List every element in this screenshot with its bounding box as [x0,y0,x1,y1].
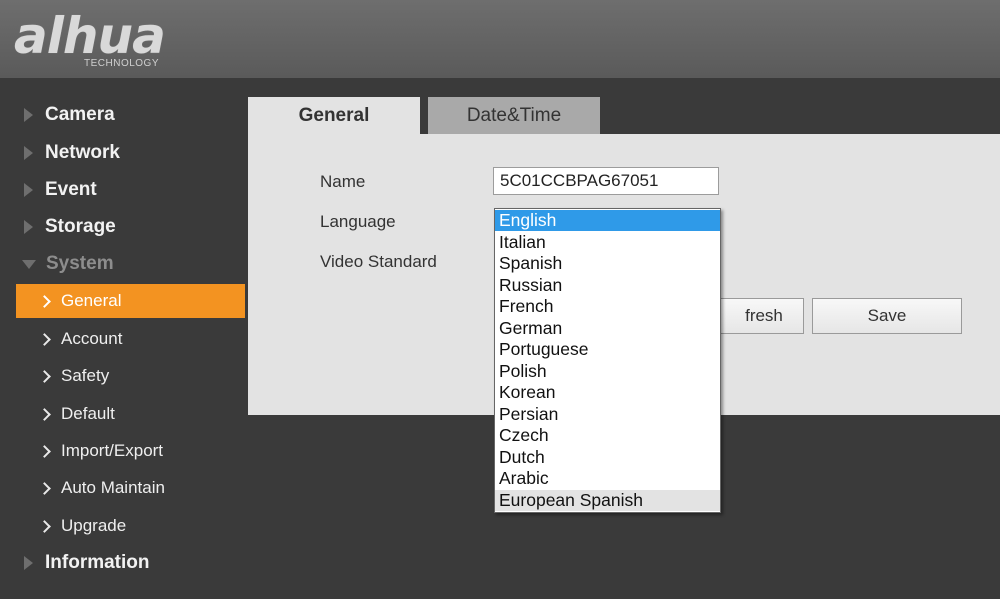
language-option[interactable]: Polish [495,361,720,382]
language-option[interactable]: Spanish [495,253,720,274]
sidebar-subitem-label: Upgrade [61,516,127,535]
sidebar-subitem-label: Default [61,404,115,423]
sidebar-subitem-label: General [61,291,122,310]
tab-general[interactable]: General [248,97,420,134]
language-option[interactable]: Czech [495,425,720,446]
triangle-right-icon [24,146,33,160]
language-option[interactable]: European Spanish [495,489,720,511]
language-option[interactable]: English [495,210,720,231]
sidebar-item-label: Storage [45,216,116,237]
chevron-right-icon [38,294,51,308]
logo-subtitle: TECHNOLOGY [84,58,160,69]
name-label: Name [320,172,366,191]
chevron-right-icon [38,444,51,458]
sidebar-item-information[interactable]: Information [0,546,246,580]
triangle-right-icon [24,556,33,570]
language-option[interactable]: German [495,318,720,339]
chevron-right-icon [38,369,51,383]
triangle-down-icon [22,259,36,269]
language-option[interactable]: Dutch [495,447,720,468]
sidebar-item-label: Network [45,142,120,163]
language-label: Language [320,212,396,231]
sidebar-subitem-label: Account [61,329,123,348]
language-option[interactable]: French [495,296,720,317]
language-dropdown-list[interactable]: English Italian Spanish Russian French G… [494,208,721,513]
language-option[interactable]: Portuguese [495,339,720,360]
tab-date-time[interactable]: Date&Time [428,97,600,134]
sidebar-item-storage[interactable]: Storage [0,210,246,244]
chevron-right-icon [38,481,51,495]
triangle-right-icon [24,108,33,122]
sidebar-item-label: Information [45,552,150,573]
header-bar: alhua TECHNOLOGY [0,0,1000,78]
refresh-button-label: fresh [745,306,783,325]
sidebar-subitem-general[interactable]: General [16,284,245,318]
chevron-right-icon [38,407,51,421]
chevron-right-icon [38,332,51,346]
language-option[interactable]: Italian [495,232,720,253]
language-option[interactable]: Korean [495,382,720,403]
sidebar-subitem-label: Auto Maintain [61,478,165,497]
chevron-right-icon [38,519,51,533]
language-option[interactable]: Persian [495,404,720,425]
dahua-logo: alhua TECHNOLOGY [14,8,224,72]
triangle-right-icon [24,220,33,234]
sidebar-subitem-auto-maintain[interactable]: Auto Maintain [16,471,245,505]
sidebar-subitem-account[interactable]: Account [16,322,245,356]
language-option[interactable]: Arabic [495,468,720,489]
sidebar-item-label: System [46,253,114,274]
sidebar-subitem-import-export[interactable]: Import/Export [16,434,245,468]
sidebar-item-label: Camera [45,104,115,125]
sidebar-subitem-upgrade[interactable]: Upgrade [16,509,245,543]
sidebar: Camera Network Event Storage System Gene… [0,96,246,599]
sidebar-item-system[interactable]: System [0,247,246,281]
sidebar-item-event[interactable]: Event [0,173,246,207]
logo-wordmark: alhua [14,7,166,65]
sidebar-subitem-safety[interactable]: Safety [16,359,245,393]
video-standard-label: Video Standard [320,252,437,271]
name-input[interactable]: 5C01CCBPAG67051 [493,167,719,195]
language-option[interactable]: Russian [495,275,720,296]
save-button[interactable]: Save [812,298,962,334]
triangle-right-icon [24,183,33,197]
sidebar-subitem-label: Import/Export [61,441,164,460]
sidebar-item-label: Event [45,179,97,200]
sidebar-subitem-label: Safety [61,366,110,385]
sidebar-item-network[interactable]: Network [0,136,246,170]
sidebar-item-camera[interactable]: Camera [0,98,246,132]
sidebar-subitem-default[interactable]: Default [16,397,245,431]
